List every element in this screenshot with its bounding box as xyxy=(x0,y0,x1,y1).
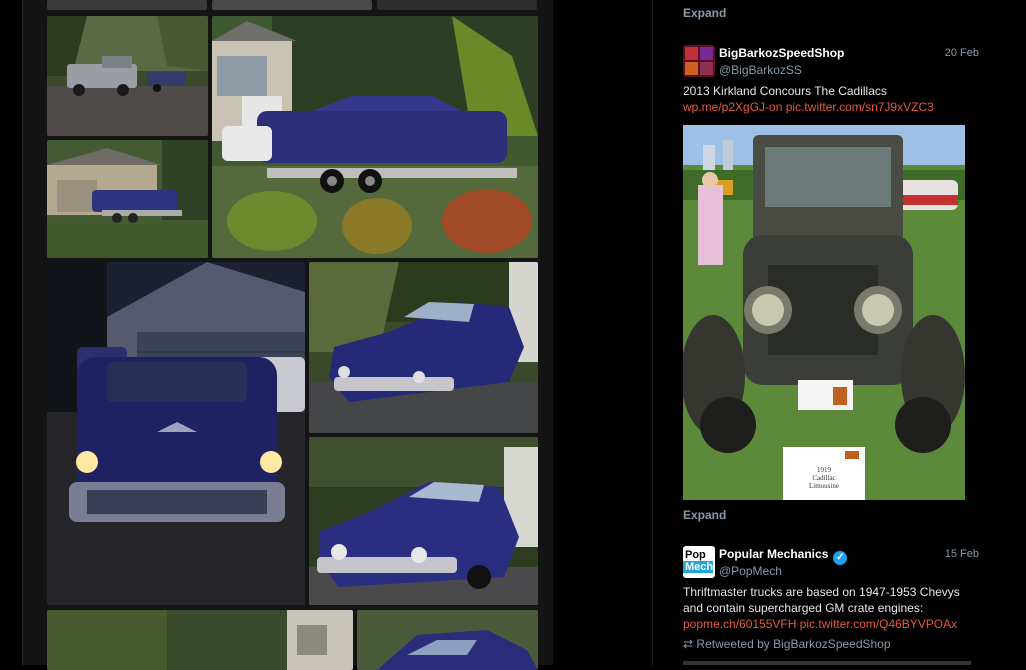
tweet-author-name-text[interactable]: Popular Mechanics xyxy=(719,547,828,561)
photo-gallery xyxy=(22,0,553,670)
placard-make: Cadillac xyxy=(812,474,835,482)
avatar[interactable] xyxy=(683,45,715,77)
tweet-link-2[interactable]: pic.twitter.com/Q46BYVPOAx xyxy=(800,617,957,631)
tweet-body: 2013 Kirkland Concours The Cadillacs xyxy=(683,84,887,98)
tweet-author-handle[interactable]: @PopMech xyxy=(719,564,782,578)
placard-model: Limousine xyxy=(809,482,839,490)
retweet-icon: ⇄ xyxy=(683,637,694,651)
tweet-text: 2013 Kirkland Concours The Cadillacs wp.… xyxy=(683,83,979,115)
tweet-body: Thriftmaster trucks are based on 1947-19… xyxy=(683,585,960,615)
tweet-author-handle[interactable]: @BigBarkozSS xyxy=(719,63,802,77)
gallery-photo-cadillac-side[interactable] xyxy=(309,437,538,605)
gallery-photo-cadillac-front-night[interactable] xyxy=(47,262,305,605)
gallery-photo-house-garage[interactable] xyxy=(47,140,208,258)
expand-link[interactable]: Expand xyxy=(683,508,726,522)
tweet-author-name[interactable]: BigBarkozSpeedShop xyxy=(719,46,844,60)
gallery-photo-top-strip-2[interactable] xyxy=(212,0,372,10)
popmech-logo-line1: Pop xyxy=(685,549,706,561)
gallery-photo-bottom-car-roof[interactable] xyxy=(357,610,538,670)
tweet-date[interactable]: 20 Feb xyxy=(945,47,979,59)
tweet-text: Thriftmaster trucks are based on 1947-19… xyxy=(683,584,979,632)
retweet-text[interactable]: Retweeted by BigBarkozSpeedShop xyxy=(696,637,890,651)
gallery-photo-cadillac-three-quarter[interactable] xyxy=(309,262,538,433)
twitter-timeline: Expand BigBarkozSpeedShop @BigBarkozSS 2… xyxy=(652,0,1026,665)
gallery-photo-truck-towing[interactable] xyxy=(47,16,208,136)
avatar[interactable]: Pop Mech xyxy=(683,546,715,578)
tweet-author-name[interactable]: Popular Mechanics ✓ xyxy=(719,547,848,565)
tweet-date[interactable]: 15 Feb xyxy=(945,548,979,560)
gallery-photo-bottom-garden[interactable] xyxy=(47,610,353,670)
gallery-photo-top-strip-3[interactable] xyxy=(377,0,537,10)
placard-year: 1919 xyxy=(817,466,832,474)
tweet-photo-cadillac-limousine[interactable]: 1919 Cadillac Limousine xyxy=(683,125,965,500)
expand-link[interactable]: Expand xyxy=(683,6,726,20)
popmech-logo-line2: Mech xyxy=(683,561,714,573)
tweet-link-2[interactable]: pic.twitter.com/sn7J9xVZC3 xyxy=(786,100,934,114)
tweet-link-1[interactable]: popme.ch/60155VFH xyxy=(683,617,796,631)
gallery-photo-top-strip-1[interactable] xyxy=(47,0,207,10)
tweet-link-1[interactable]: wp.me/p2XgGJ-on xyxy=(683,100,782,114)
verified-badge-icon: ✓ xyxy=(833,551,848,565)
retweet-attribution: ⇄ Retweeted by BigBarkozSpeedShop xyxy=(683,637,891,651)
tweet-photo-truck[interactable] xyxy=(683,661,971,665)
tweet-popmech: Pop Mech Popular Mechanics ✓ @PopMech 15 … xyxy=(683,546,979,665)
gallery-photo-cadillac-trailer[interactable] xyxy=(212,16,538,258)
popmech-logo: Pop Mech xyxy=(683,546,715,573)
tweet-bigbarkoz: BigBarkozSpeedShop @BigBarkozSS 20 Feb 2… xyxy=(683,45,979,515)
